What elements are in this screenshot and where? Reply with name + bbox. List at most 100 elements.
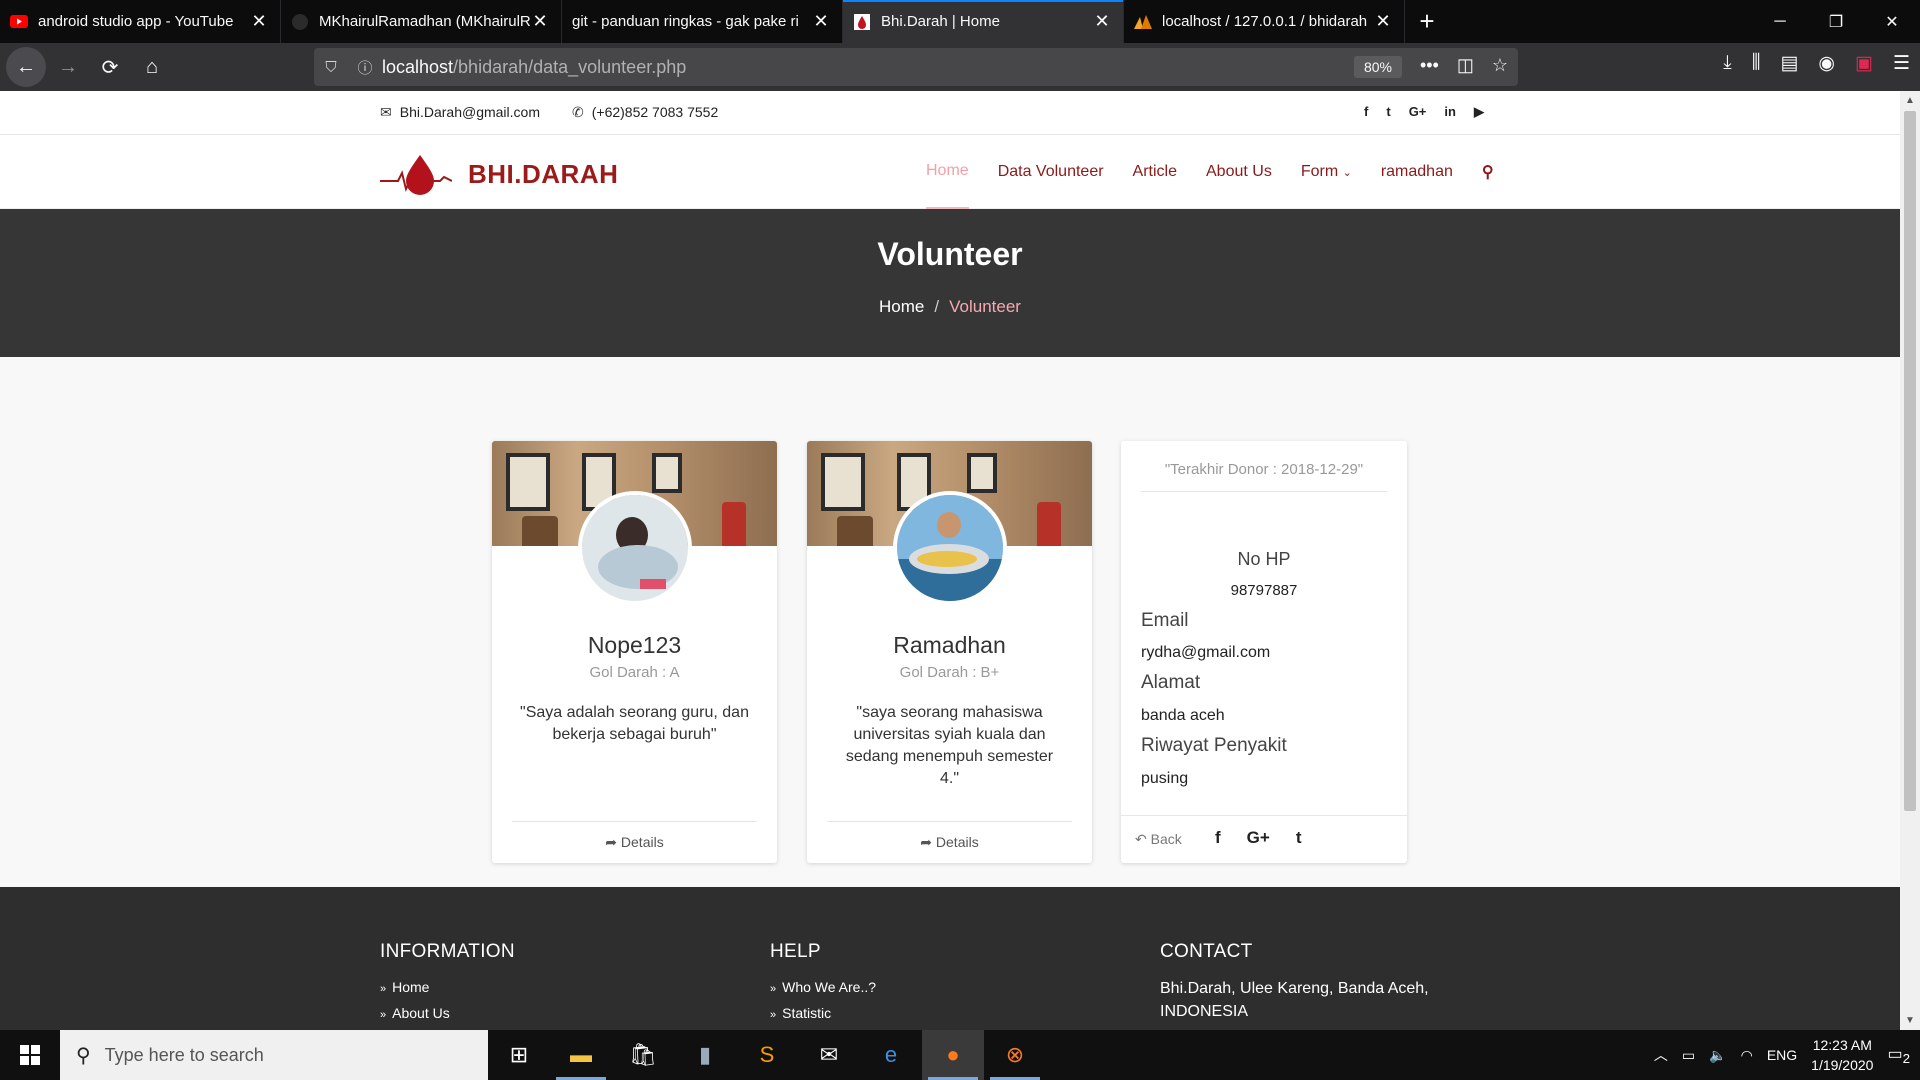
scrollbar-thumb[interactable] bbox=[1904, 111, 1916, 811]
close-tab-icon[interactable]: ✕ bbox=[250, 11, 268, 32]
file-explorer-icon[interactable]: ▬ bbox=[550, 1030, 612, 1080]
address-bar[interactable]: ⛉ ⓘ localhost/bhidarah/data_volunteer.ph… bbox=[314, 48, 1518, 86]
restore-icon[interactable]: ❐ bbox=[1808, 0, 1864, 43]
phone-text: (+62)852 7083 7552 bbox=[591, 104, 719, 120]
store-icon[interactable]: 🛍 bbox=[612, 1030, 674, 1080]
minimize-icon[interactable]: ─ bbox=[1752, 0, 1808, 43]
menu-user[interactable]: ramadhan bbox=[1381, 163, 1453, 181]
volume-icon[interactable]: 🔈 bbox=[1709, 1047, 1726, 1064]
database-icon[interactable]: ▮ bbox=[674, 1030, 736, 1080]
language-indicator[interactable]: ENG bbox=[1767, 1047, 1797, 1063]
extension-icon[interactable]: ▣ bbox=[1855, 52, 1873, 75]
tab-title: git - panduan ringkas - gak pake ri bbox=[572, 13, 799, 30]
notification-icon[interactable]: ▭2 bbox=[1887, 1044, 1910, 1066]
firefox-icon[interactable]: ● bbox=[922, 1030, 984, 1080]
footer-link[interactable]: » Statistic bbox=[770, 1005, 876, 1021]
blood-type: Gol Darah : B+ bbox=[899, 664, 1000, 681]
zoom-level[interactable]: 80% bbox=[1353, 56, 1402, 78]
edge-icon[interactable]: e bbox=[860, 1030, 922, 1080]
volunteer-avatar bbox=[578, 491, 692, 605]
phone-value: 98797887 bbox=[1230, 582, 1298, 599]
sublime-text-icon[interactable]: S bbox=[736, 1030, 798, 1080]
site-footer: INFORMATION » Home » About Us HELP » Who We… bbox=[0, 887, 1900, 1030]
menu-data-volunteer[interactable]: Data Volunteer bbox=[998, 163, 1104, 181]
forward-icon[interactable]: → bbox=[48, 47, 88, 87]
account-icon[interactable]: ◉ bbox=[1818, 52, 1835, 75]
close-window-icon[interactable]: ✕ bbox=[1864, 0, 1920, 43]
search-icon[interactable]: ⚲ bbox=[1482, 162, 1494, 182]
pocket-icon[interactable]: ◫ bbox=[1457, 55, 1474, 76]
scroll-up-icon[interactable]: ▲ bbox=[1900, 95, 1920, 106]
breadcrumb-current: Volunteer bbox=[949, 297, 1021, 316]
facebook-icon[interactable]: f bbox=[1364, 104, 1368, 120]
windows-start-icon[interactable] bbox=[0, 1030, 60, 1080]
xampp-icon[interactable]: ⊗ bbox=[984, 1030, 1046, 1080]
home-icon[interactable]: ⌂ bbox=[132, 47, 172, 87]
taskbar-search[interactable]: ⚲ Type here to search bbox=[60, 1030, 488, 1080]
site-logo[interactable]: BHI.DARAH bbox=[380, 151, 618, 197]
footer-link[interactable]: » About Us bbox=[380, 1005, 515, 1021]
breadcrumb-home[interactable]: Home bbox=[879, 297, 924, 316]
footer-heading: CONTACT bbox=[1160, 941, 1253, 962]
notification-count: 2 bbox=[1902, 1051, 1910, 1067]
footer-link[interactable]: » Who We Are..? bbox=[770, 979, 876, 995]
footer-heading: HELP bbox=[770, 941, 821, 962]
task-view-icon[interactable]: ⊞ bbox=[488, 1030, 550, 1080]
share-icon: ➦ bbox=[920, 834, 933, 850]
browser-tab[interactable]: android studio app - YouTube ✕ bbox=[0, 0, 281, 43]
bookmark-star-icon[interactable]: ☆ bbox=[1492, 55, 1508, 76]
details-link[interactable]: ➦ Details bbox=[492, 834, 777, 851]
window-controls: ─ ❐ ✕ bbox=[1752, 0, 1920, 43]
shield-icon[interactable]: ⛉ bbox=[314, 59, 348, 76]
linkedin-icon[interactable]: in bbox=[1444, 104, 1456, 120]
search-placeholder: Type here to search bbox=[104, 1044, 264, 1065]
download-icon[interactable]: ⤓ bbox=[1723, 52, 1731, 75]
scroll-down-icon[interactable]: ▼ bbox=[1900, 1015, 1920, 1026]
mail-icon[interactable]: ✉ bbox=[798, 1030, 860, 1080]
info-icon[interactable]: ⓘ bbox=[348, 57, 382, 78]
wifi-icon[interactable]: ◠ bbox=[1741, 1047, 1753, 1064]
menu-form[interactable]: Form ⌄ bbox=[1301, 163, 1352, 181]
reload-icon[interactable]: ⟳ bbox=[90, 47, 130, 87]
youtube-icon[interactable]: ▶ bbox=[1474, 104, 1484, 120]
page-scrollbar[interactable]: ▲ ▼ bbox=[1900, 91, 1920, 1030]
sidebar-icon[interactable]: ▤ bbox=[1780, 52, 1798, 75]
menu-icon[interactable]: ☰ bbox=[1893, 52, 1910, 75]
library-icon[interactable]: ⫼ bbox=[1752, 52, 1761, 75]
more-actions-icon[interactable]: ••• bbox=[1420, 55, 1439, 76]
new-tab-button[interactable]: + bbox=[1405, 0, 1449, 43]
email-contact[interactable]: ✉ Bhi.Darah@gmail.com bbox=[380, 104, 540, 121]
browser-tab[interactable]: localhost / 127.0.0.1 / bhidarah ✕ bbox=[1124, 0, 1405, 43]
volunteer-quote: "saya seorang mahasiswa universitas syia… bbox=[845, 704, 1054, 787]
battery-icon[interactable]: ▭ bbox=[1682, 1047, 1695, 1064]
google-plus-icon[interactable]: G+ bbox=[1409, 104, 1427, 120]
google-plus-icon[interactable]: G+ bbox=[1247, 828, 1270, 848]
contact-address: Bhi.Darah, Ulee Kareng, Banda Aceh, INDO… bbox=[1160, 980, 1429, 1020]
volunteer-card: Nope123 Gol Darah : A "Saya adalah seora… bbox=[492, 441, 777, 863]
details-label: Details bbox=[935, 834, 979, 850]
menu-article[interactable]: Article bbox=[1133, 163, 1177, 181]
menu-about-us[interactable]: About Us bbox=[1206, 163, 1272, 181]
volunteer-card: Ramadhan Gol Darah : B+ "saya seorang ma… bbox=[807, 441, 1092, 863]
close-tab-icon[interactable]: ✕ bbox=[1374, 11, 1392, 32]
chevron-up-icon[interactable]: ︿ bbox=[1654, 1045, 1668, 1065]
close-tab-icon[interactable]: ✕ bbox=[1093, 11, 1111, 32]
footer-link[interactable]: » Home bbox=[380, 979, 515, 995]
browser-tab[interactable]: MKhairulRamadhan (MKhairulR ✕ bbox=[281, 0, 562, 43]
address-value: banda aceh bbox=[1141, 707, 1225, 724]
menu-home[interactable]: Home bbox=[926, 135, 969, 209]
browser-tab[interactable]: git - panduan ringkas - gak pake ri ✕ bbox=[562, 0, 843, 43]
close-tab-icon[interactable]: ✕ bbox=[812, 11, 830, 32]
twitter-icon[interactable]: t bbox=[1386, 104, 1390, 120]
twitter-icon[interactable]: t bbox=[1296, 828, 1302, 848]
divider bbox=[827, 821, 1072, 822]
browser-tab-active[interactable]: Bhi.Darah | Home ✕ bbox=[843, 0, 1124, 43]
close-tab-icon[interactable]: ✕ bbox=[531, 11, 549, 32]
email-text: Bhi.Darah@gmail.com bbox=[399, 104, 540, 120]
clock[interactable]: 12:23 AM 1/19/2020 bbox=[1811, 1035, 1873, 1075]
details-link[interactable]: ➦ Details bbox=[807, 834, 1092, 851]
facebook-icon[interactable]: f bbox=[1215, 828, 1221, 848]
web-page: ✉ Bhi.Darah@gmail.com ✆ (+62)852 7083 7552… bbox=[0, 91, 1900, 1030]
back-icon[interactable]: ← bbox=[6, 47, 46, 87]
back-link[interactable]: ↶ Back bbox=[1135, 831, 1182, 848]
